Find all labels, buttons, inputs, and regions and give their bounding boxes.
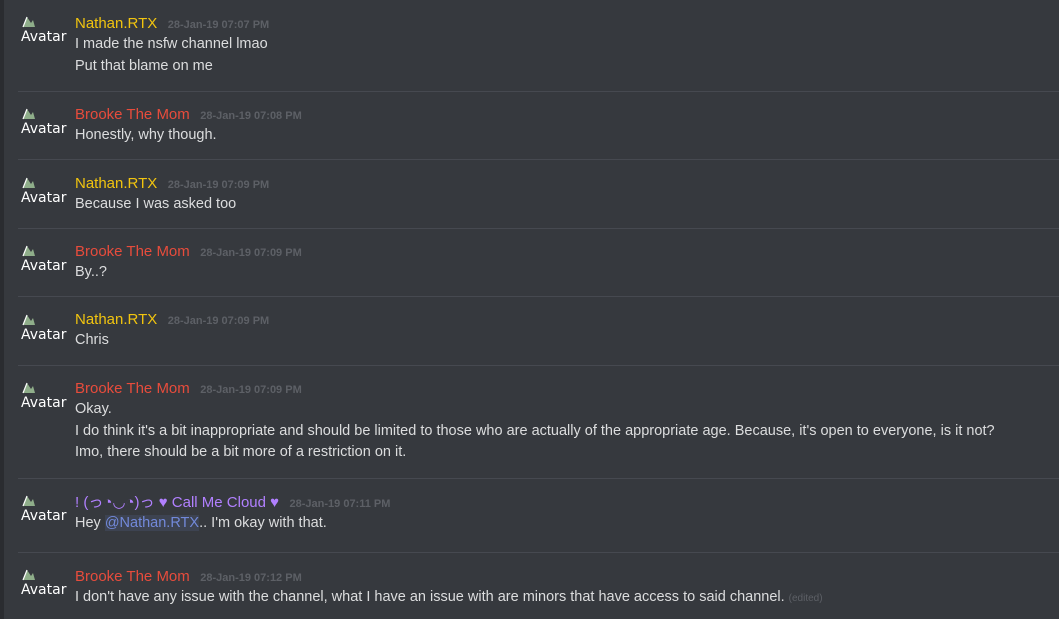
broken-image-icon: [22, 16, 35, 28]
timestamp: 28-Jan-19 07:09 PM: [200, 247, 302, 259]
user-mention[interactable]: @Nathan.RTX: [104, 515, 200, 531]
timestamp: 28-Jan-19 07:09 PM: [167, 315, 270, 327]
broken-image-icon: [22, 177, 35, 189]
left-border: [0, 0, 4, 619]
avatar[interactable]: Avatar: [18, 243, 66, 279]
timestamp: 28-Jan-19 07:08 PM: [200, 110, 302, 122]
author-name[interactable]: Nathan.RTX: [75, 15, 157, 32]
broken-image-icon: [22, 382, 35, 394]
avatar-alt-text: Avatar: [21, 121, 67, 137]
broken-image-icon: [22, 569, 35, 581]
message-text: Okay.: [75, 401, 112, 417]
avatar[interactable]: Avatar: [18, 106, 66, 142]
message-body: I don't have any issue with the channel,…: [75, 589, 785, 605]
message-text: Imo, there should be a bit more of a res…: [75, 444, 407, 460]
message: Avatar Brooke The Mom 28-Jan-19 07:08 PM…: [18, 91, 1059, 159]
timestamp: 28-Jan-19 07:09 PM: [200, 384, 302, 396]
message-text: Put that blame on me: [75, 57, 213, 74]
author-name[interactable]: Brooke The Mom: [75, 243, 190, 260]
avatar[interactable]: Avatar: [18, 175, 66, 211]
chat-log: Avatar Nathan.RTX 28-Jan-19 07:07 PM I m…: [0, 0, 1059, 619]
avatar[interactable]: Avatar: [18, 493, 66, 529]
timestamp: 28-Jan-19 07:12 PM: [200, 572, 302, 584]
avatar[interactable]: Avatar: [18, 312, 66, 348]
broken-image-icon: [22, 108, 35, 120]
message: Avatar Brooke The Mom 28-Jan-19 07:12 PM…: [18, 552, 1059, 619]
message-text: Hey @Nathan.RTX.. I'm okay with that.: [75, 513, 1049, 535]
message-text: Chris: [75, 332, 109, 348]
message-text: Honestly, why though.: [75, 127, 217, 143]
avatar-alt-text: Avatar: [21, 582, 67, 598]
author-name[interactable]: Brooke The Mom: [75, 568, 190, 585]
message-text: I made the nsfw channel lmao: [75, 36, 268, 52]
avatar-alt-text: Avatar: [21, 508, 67, 524]
avatar-alt-text: Avatar: [21, 258, 67, 274]
author-name[interactable]: Brooke The Mom: [75, 380, 190, 397]
broken-image-icon: [22, 314, 35, 326]
message: Avatar Nathan.RTX 28-Jan-19 07:09 PM Chr…: [18, 296, 1059, 365]
timestamp: 28-Jan-19 07:11 PM: [289, 498, 391, 510]
message: Avatar Nathan.RTX 28-Jan-19 07:07 PM I m…: [18, 14, 1059, 90]
message-text: I do think it's a bit inappropriate and …: [75, 422, 995, 439]
author-name[interactable]: Nathan.RTX: [75, 311, 157, 328]
author-name[interactable]: Brooke The Mom: [75, 106, 190, 123]
message-text: I don't have any issue with the channel,…: [75, 587, 1049, 610]
author-name[interactable]: ! (っ◔◡◔)っ ♥ Call Me Cloud ♥: [75, 494, 279, 511]
author-name[interactable]: Nathan.RTX: [75, 175, 157, 192]
message-text: Because I was asked too: [75, 196, 237, 212]
message: Avatar ! (っ◔◡◔)っ ♥ Call Me Cloud ♥ 28-Ja…: [18, 478, 1059, 552]
avatar-alt-text: Avatar: [21, 327, 67, 343]
avatar[interactable]: Avatar: [18, 567, 66, 603]
avatar-alt-text: Avatar: [21, 395, 67, 411]
message-text-suffix: .. I'm okay with that.: [199, 515, 327, 531]
message: Avatar Nathan.RTX 28-Jan-19 07:09 PM Bec…: [18, 159, 1059, 228]
message-text-prefix: Hey: [75, 515, 105, 531]
avatar-alt-text: Avatar: [21, 29, 67, 45]
timestamp: 28-Jan-19 07:09 PM: [167, 179, 270, 191]
message: Avatar Brooke The Mom 28-Jan-19 07:09 PM…: [18, 365, 1059, 478]
message-text: By..?: [75, 264, 107, 280]
broken-image-icon: [22, 495, 35, 507]
avatar-alt-text: Avatar: [21, 190, 67, 206]
timestamp: 28-Jan-19 07:07 PM: [167, 19, 270, 31]
edited-marker: (edited): [788, 593, 823, 604]
broken-image-icon: [22, 245, 35, 257]
avatar[interactable]: Avatar: [18, 14, 66, 50]
avatar[interactable]: Avatar: [18, 380, 66, 416]
message: Avatar Brooke The Mom 28-Jan-19 07:09 PM…: [18, 228, 1059, 297]
